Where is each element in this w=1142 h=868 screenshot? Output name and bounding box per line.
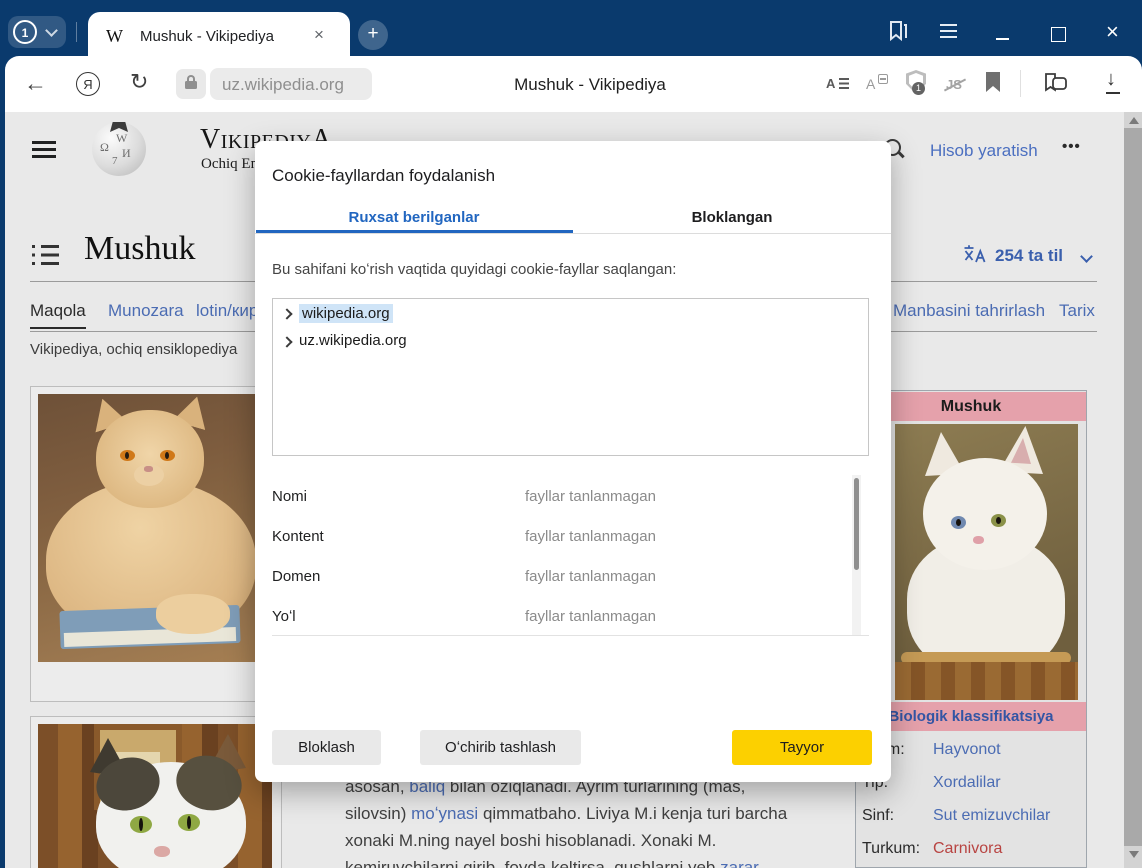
done-button[interactable]: Tayyor <box>732 730 872 765</box>
tab-munozara[interactable]: Munozara <box>108 301 184 321</box>
languages-icon[interactable] <box>963 243 987 270</box>
scroll-down-icon[interactable] <box>1129 851 1139 858</box>
create-account-link[interactable]: Hisob yaratish <box>930 141 1038 161</box>
body-text-line: silovsin) moʻynasi qimmatbaho. Liviya M.… <box>345 804 845 824</box>
dialog-tab-allowed[interactable]: Ruxsat berilganlar <box>255 209 573 226</box>
page-title: Mushuk <box>84 230 195 268</box>
window-close-icon[interactable]: × <box>1106 19 1119 45</box>
new-tab-button[interactable]: + <box>358 20 388 50</box>
field-label: Yoʻl <box>272 608 296 625</box>
dialog-tab-border <box>255 233 891 234</box>
back-icon[interactable]: ← <box>24 70 47 97</box>
wikipedia-favicon: W <box>106 26 123 47</box>
field-label: Domen <box>272 568 320 585</box>
body-text-line: kemiruvchilarni qirib, foyda keltirsa, q… <box>345 858 845 868</box>
download-icon[interactable]: ↓ <box>1106 68 1116 91</box>
collections-icon[interactable] <box>1042 70 1070 101</box>
more-options-icon[interactable]: ••• <box>1062 138 1081 155</box>
tab-title: Mushuk - Vikipediya <box>140 28 274 45</box>
field-label: Nomi <box>272 488 307 505</box>
link-zarar[interactable]: zarar <box>720 858 759 868</box>
url-text[interactable]: uz.wikipedia.org <box>222 75 344 95</box>
tab-history[interactable]: Tarix <box>1059 301 1095 321</box>
fields-divider <box>272 635 869 636</box>
reader-mode-icon[interactable]: A <box>826 76 835 91</box>
javascript-blocked-icon[interactable]: JS <box>946 77 962 92</box>
site-item-selected[interactable]: wikipedia.org <box>299 304 393 323</box>
field-value: fayllar tanlanmagan <box>525 488 656 505</box>
maximize-button[interactable] <box>1051 27 1066 42</box>
reload-icon[interactable]: ↻ <box>130 69 148 95</box>
wikipedia-logo[interactable]: ΩWИ7 <box>92 122 146 176</box>
language-count[interactable]: 254 ta til <box>995 246 1063 266</box>
tab-maqola[interactable]: Maqola <box>30 301 86 321</box>
dialog-scrollbar-thumb[interactable] <box>854 478 859 570</box>
contents-list-icon[interactable] <box>32 245 59 265</box>
tab-close-icon[interactable]: × <box>314 25 324 45</box>
page-subtitle: Vikipediya, ochiq ensiklopediya <box>30 341 237 358</box>
kitten-image[interactable] <box>895 424 1078 700</box>
taxo-value-link[interactable]: Sut emizuvchilar <box>933 807 1050 825</box>
tab-count-badge[interactable]: 1 <box>13 20 37 44</box>
field-value: fayllar tanlanmagan <box>525 528 656 545</box>
browser-menu-icon[interactable] <box>940 24 957 42</box>
translate-icon[interactable]: A <box>866 76 875 92</box>
link-moynasi[interactable]: moʻynasi <box>411 804 478 823</box>
taxo-value-redlink[interactable]: Carnivora <box>933 840 1002 858</box>
taxo-value-link[interactable]: Xordalilar <box>933 774 1001 792</box>
taxo-label: Turkum: <box>862 840 920 858</box>
block-button[interactable]: Bloklash <box>272 730 381 765</box>
dialog-description: Bu sahifani koʻrish vaqtida quyidagi coo… <box>272 261 676 278</box>
cookie-dialog: Cookie-fayllardan foydalanish Ruxsat ber… <box>255 141 891 782</box>
cat-doorway-image[interactable] <box>38 724 272 868</box>
taxo-label: Sinf: <box>862 807 894 825</box>
toolbar-divider <box>1020 70 1021 97</box>
cat-on-book-image[interactable] <box>38 394 272 662</box>
taxo-value-link[interactable]: Hayvonot <box>933 741 1001 759</box>
lock-icon-body <box>185 81 197 89</box>
wiki-hamburger-icon[interactable] <box>32 141 56 162</box>
browser-window: 1 W Mushuk - Vikipediya × + × ← Я ↻ uz.w… <box>0 0 1142 868</box>
minimize-button[interactable] <box>996 38 1009 40</box>
active-tab-underline <box>30 327 86 329</box>
sidebar-panel-icon[interactable] <box>884 18 910 49</box>
scroll-up-icon[interactable] <box>1129 117 1139 124</box>
shield-badge-count: 1 <box>912 82 925 95</box>
toolbar-page-title: Mushuk - Vikipediya <box>400 75 780 95</box>
dialog-tab-blocked[interactable]: Bloklangan <box>573 209 891 226</box>
page-scrollbar-thumb[interactable] <box>1124 128 1142 846</box>
dialog-title: Cookie-fayllardan foydalanish <box>272 166 495 186</box>
delete-button[interactable]: Oʻchirib tashlash <box>420 730 581 765</box>
field-value: fayllar tanlanmagan <box>525 608 656 625</box>
field-value: fayllar tanlanmagan <box>525 568 656 585</box>
tab-edit-source[interactable]: Manbasini tahrirlash <box>893 301 1045 321</box>
body-text-line: xonaki M.ning nayel boshi hisoblanadi. X… <box>345 831 845 851</box>
tab-strip-divider <box>76 22 77 42</box>
field-label: Kontent <box>272 528 324 545</box>
yandex-icon[interactable]: Я <box>76 72 100 96</box>
site-item[interactable]: uz.wikipedia.org <box>299 332 407 349</box>
